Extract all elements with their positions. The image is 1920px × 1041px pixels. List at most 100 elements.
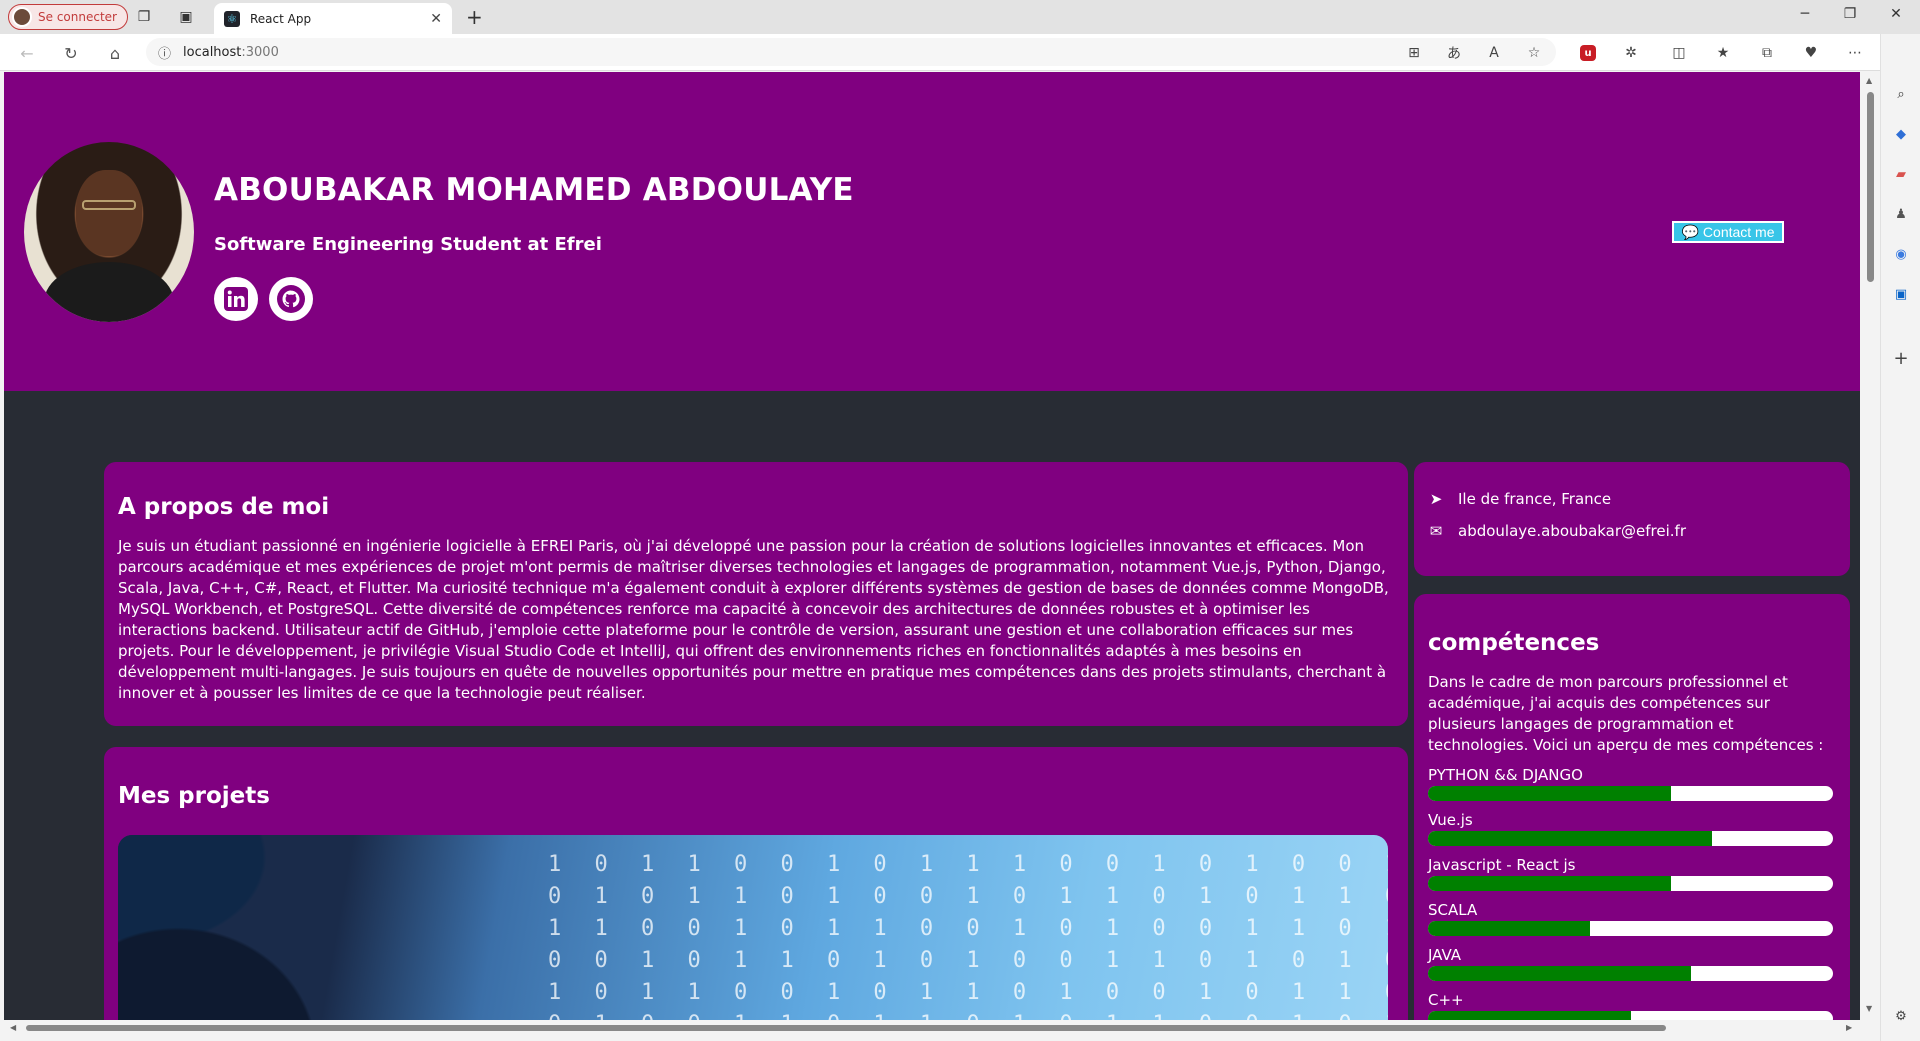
mail-icon: ✉ xyxy=(1429,522,1443,540)
tab-title: React App xyxy=(250,11,312,26)
address-bar: ← ↻ ⌂ ⓘ localhost:3000 ⊞ あ A ☆ u ✲ ◫ ★ ⧉… xyxy=(0,34,1920,71)
skill-label: SCALA xyxy=(1428,901,1478,919)
hero-header: ABOUBAKAR MOHAMED ABDOULAYE Software Eng… xyxy=(4,72,1860,391)
skill-progress-fill xyxy=(1428,786,1671,801)
url-text: localhost:3000 xyxy=(183,44,279,60)
skill-progress-bar xyxy=(1428,921,1833,936)
contact-info-card: ➤ Ile de france, France ✉ abdoulaye.abou… xyxy=(1414,462,1850,576)
scroll-right-icon[interactable]: ▶ xyxy=(1846,1023,1852,1032)
profile-photo xyxy=(24,142,194,322)
tools-icon[interactable]: ▰ xyxy=(1891,164,1911,184)
add-sidebar-app-icon[interactable]: + xyxy=(1891,348,1911,369)
translate-icon[interactable]: あ xyxy=(1443,42,1465,64)
profile-role: Software Engineering Student at Efrei xyxy=(214,234,602,255)
skill-label: Vue.js xyxy=(1428,811,1473,829)
about-card: A propos de moi Je suis un étudiant pass… xyxy=(104,462,1408,726)
skill-item: PYTHON && DJANGO xyxy=(1428,766,1836,801)
skill-item: JAVA xyxy=(1428,946,1836,981)
skill-progress-fill xyxy=(1428,876,1671,891)
skill-label: PYTHON && DJANGO xyxy=(1428,766,1583,784)
outlook-icon[interactable]: ▣ xyxy=(1891,284,1911,304)
search-icon[interactable]: ⌕ xyxy=(1891,84,1911,104)
location-text: Ile de france, France xyxy=(1458,490,1612,508)
ublock-extension-icon[interactable]: u xyxy=(1580,45,1596,61)
profile-button[interactable]: Se connecter xyxy=(8,4,128,30)
profile-avatar xyxy=(12,7,32,27)
skill-progress-fill xyxy=(1428,921,1590,936)
skill-item: C++ xyxy=(1428,991,1836,1020)
back-icon[interactable]: ← xyxy=(16,42,38,64)
linkedin-link[interactable] xyxy=(214,277,258,321)
workspaces-icon[interactable]: ❐ xyxy=(134,7,154,27)
github-link[interactable] xyxy=(269,277,313,321)
horizontal-scroll-thumb[interactable] xyxy=(26,1025,1666,1031)
skills-card: compétences Dans le cadre de mon parcour… xyxy=(1414,594,1850,1020)
games-icon[interactable]: ♟ xyxy=(1891,204,1911,224)
chat-bubble-icon: 💬 xyxy=(1681,223,1699,240)
location-arrow-icon: ➤ xyxy=(1429,490,1443,508)
skill-progress-bar xyxy=(1428,1011,1833,1020)
page-viewport: ABOUBAKAR MOHAMED ABDOULAYE Software Eng… xyxy=(4,72,1860,1020)
favorites-icon[interactable]: ★ xyxy=(1712,42,1734,64)
home-icon[interactable]: ⌂ xyxy=(104,42,126,64)
skill-label: Javascript - React js xyxy=(1428,856,1576,874)
close-window-icon[interactable]: ✕ xyxy=(1884,6,1908,22)
skill-progress-fill xyxy=(1428,831,1712,846)
skill-progress-bar xyxy=(1428,966,1833,981)
skill-progress-bar xyxy=(1428,786,1833,801)
skill-item: SCALA xyxy=(1428,901,1836,936)
skill-label: C++ xyxy=(1428,991,1464,1009)
projects-title: Mes projets xyxy=(118,783,270,809)
edge-sidebar: ⌕ ◆ ▰ ♟ ◉ ▣ + ⚙ xyxy=(1880,34,1920,1041)
close-tab-icon[interactable]: ✕ xyxy=(430,11,442,27)
vertical-scroll-thumb[interactable] xyxy=(1867,92,1874,282)
scroll-down-icon[interactable]: ▼ xyxy=(1866,1004,1872,1013)
profile-label: Se connecter xyxy=(38,10,117,24)
profile-name: ABOUBAKAR MOHAMED ABDOULAYE xyxy=(214,172,854,208)
split-screen-icon[interactable]: ◫ xyxy=(1668,42,1690,64)
contact-me-label: Contact me xyxy=(1702,224,1775,240)
site-info-icon[interactable]: ⓘ xyxy=(158,43,171,62)
react-favicon-icon: ⚛ xyxy=(224,10,240,27)
email-text[interactable]: abdoulaye.aboubakar@efrei.fr xyxy=(1458,522,1686,540)
minimize-icon[interactable]: ─ xyxy=(1793,6,1817,22)
skill-progress-bar xyxy=(1428,876,1833,891)
about-title: A propos de moi xyxy=(118,494,330,520)
tab-actions-icon[interactable]: ▣ xyxy=(176,7,196,27)
collections-icon[interactable]: ⧉ xyxy=(1756,42,1778,64)
read-aloud-icon[interactable]: A xyxy=(1483,42,1505,64)
skills-list: PYTHON && DJANGO Vue.js Javascript - React… xyxy=(1428,766,1836,1020)
skills-title: compétences xyxy=(1428,630,1600,656)
projects-card: Mes projets 1 0 1 1 0 0 1 0 1 1 1 0 0 1 … xyxy=(104,747,1408,1020)
sidebar-settings-icon[interactable]: ⚙ xyxy=(1891,1006,1911,1026)
url-field[interactable]: ⓘ localhost:3000 xyxy=(146,38,1556,66)
skill-label: JAVA xyxy=(1428,946,1462,964)
microsoft-365-icon[interactable]: ◉ xyxy=(1891,244,1911,264)
new-tab-icon[interactable]: + xyxy=(466,5,483,29)
about-text: Je suis un étudiant passionné en ingénie… xyxy=(118,537,1389,702)
scroll-left-icon[interactable]: ◀ xyxy=(10,1023,16,1032)
app-available-icon[interactable]: ⊞ xyxy=(1403,42,1425,64)
scroll-up-icon[interactable]: ▲ xyxy=(1866,76,1872,85)
email-row[interactable]: ✉ abdoulaye.aboubakar@efrei.fr xyxy=(1428,522,1836,540)
tab-react-app[interactable]: ⚛ React App ✕ xyxy=(214,3,452,34)
project-image[interactable]: 1 0 1 1 0 0 1 0 1 1 1 0 0 1 0 1 0 0 10 1… xyxy=(118,835,1388,1020)
location-row: ➤ Ile de france, France xyxy=(1428,490,1836,508)
github-icon xyxy=(277,285,305,313)
horizontal-scrollbar[interactable]: ◀ ▶ xyxy=(4,1021,1860,1035)
skills-intro: Dans le cadre de mon parcours profession… xyxy=(1428,673,1824,754)
skill-item: Vue.js xyxy=(1428,811,1836,846)
shopping-tag-icon[interactable]: ◆ xyxy=(1891,124,1911,144)
restore-icon[interactable]: ❐ xyxy=(1838,6,1862,22)
refresh-icon[interactable]: ↻ xyxy=(60,42,82,64)
skill-progress-fill xyxy=(1428,966,1692,981)
browser-essentials-icon[interactable]: ♥ xyxy=(1800,42,1822,64)
vertical-scrollbar[interactable]: ▲ ▼ xyxy=(1862,72,1878,1020)
skill-progress-fill xyxy=(1428,1011,1631,1020)
skill-item: Javascript - React js xyxy=(1428,856,1836,891)
favorite-star-icon[interactable]: ☆ xyxy=(1523,42,1545,64)
browser-tab-bar: Se connecter ❐ ▣ ⚛ React App ✕ + ─ ❐ ✕ xyxy=(0,0,1920,34)
more-menu-icon[interactable]: ⋯ xyxy=(1844,42,1866,64)
contact-me-button[interactable]: 💬 Contact me xyxy=(1672,221,1784,243)
extensions-icon[interactable]: ✲ xyxy=(1620,42,1642,64)
